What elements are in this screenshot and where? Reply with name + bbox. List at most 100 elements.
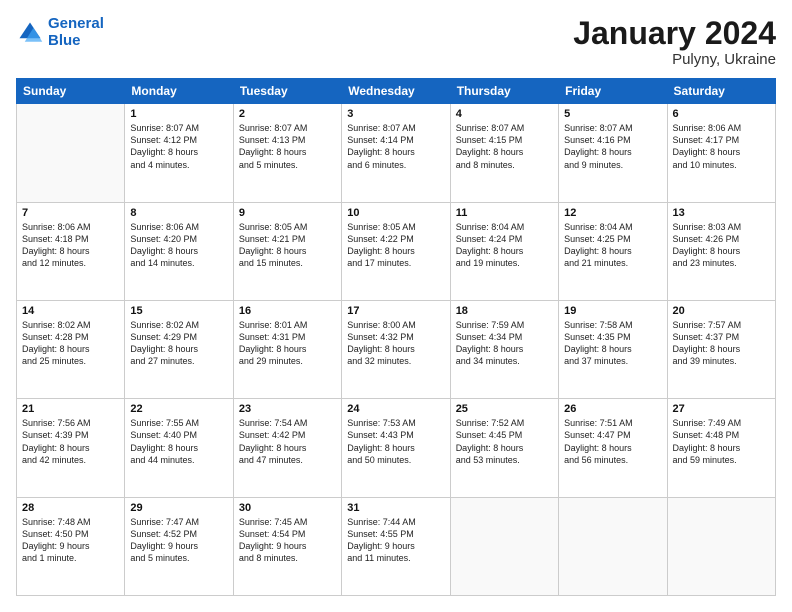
week-row-2: 14Sunrise: 8:02 AM Sunset: 4:28 PM Dayli… bbox=[17, 300, 776, 398]
day-number: 18 bbox=[456, 305, 553, 317]
logo-line2: Blue bbox=[48, 32, 81, 49]
logo-icon bbox=[16, 19, 44, 47]
day-number: 5 bbox=[564, 108, 661, 120]
day-number: 7 bbox=[22, 207, 119, 219]
day-info: Sunrise: 7:55 AM Sunset: 4:40 PM Dayligh… bbox=[130, 417, 227, 466]
day-number: 23 bbox=[239, 403, 336, 415]
day-number: 11 bbox=[456, 207, 553, 219]
day-info: Sunrise: 7:54 AM Sunset: 4:42 PM Dayligh… bbox=[239, 417, 336, 466]
day-cell: 26 Sunrise: 7:51 AM Sunset: 4:47 PM Dayli… bbox=[559, 399, 667, 497]
day-info: Sunrise: 8:07 AM Sunset: 4:16 PM Dayligh… bbox=[564, 122, 661, 171]
day-number: 9 bbox=[239, 207, 336, 219]
day-info: Sunrise: 8:06 AM Sunset: 4:20 PM Dayligh… bbox=[130, 221, 227, 270]
day-cell: 8Sunrise: 8:06 AM Sunset: 4:20 PM Daylig… bbox=[125, 202, 233, 300]
day-info: Sunrise: 7:59 AM Sunset: 4:34 PM Dayligh… bbox=[456, 319, 553, 368]
day-info: Sunrise: 8:06 AM Sunset: 4:18 PM Dayligh… bbox=[22, 221, 119, 270]
header-cell-thursday: Thursday bbox=[450, 79, 558, 104]
calendar-table: SundayMondayTuesdayWednesdayThursdayFrid… bbox=[16, 78, 776, 596]
day-info: Sunrise: 7:57 AM Sunset: 4:37 PM Dayligh… bbox=[673, 319, 770, 368]
day-cell: 20 Sunrise: 7:57 AM Sunset: 4:37 PM Dayli… bbox=[667, 300, 775, 398]
header: General Blue January 2024 Pulyny, Ukrain… bbox=[16, 16, 776, 68]
day-cell: 31Sunrise: 7:44 AM Sunset: 4:55 PM Dayli… bbox=[342, 497, 450, 595]
day-info: Sunrise: 8:04 AM Sunset: 4:25 PM Dayligh… bbox=[564, 221, 661, 270]
day-info: Sunrise: 8:05 AM Sunset: 4:21 PM Dayligh… bbox=[239, 221, 336, 270]
day-number: 27 bbox=[673, 403, 770, 415]
logo-line1: General bbox=[48, 15, 104, 32]
day-number: 21 bbox=[22, 403, 119, 415]
day-cell: 16Sunrise: 8:01 AM Sunset: 4:31 PM Dayli… bbox=[233, 300, 341, 398]
day-info: Sunrise: 8:05 AM Sunset: 4:22 PM Dayligh… bbox=[347, 221, 444, 270]
header-cell-sunday: Sunday bbox=[17, 79, 125, 104]
day-cell: 25 Sunrise: 7:52 AM Sunset: 4:45 PM Dayli… bbox=[450, 399, 558, 497]
week-row-0: 1 Sunrise: 8:07 AM Sunset: 4:12 PM Daylig… bbox=[17, 104, 776, 202]
day-info: Sunrise: 8:07 AM Sunset: 4:15 PM Dayligh… bbox=[456, 122, 553, 171]
day-cell: 11 Sunrise: 8:04 AM Sunset: 4:24 PM Dayli… bbox=[450, 202, 558, 300]
day-cell: 4 Sunrise: 8:07 AM Sunset: 4:15 PM Daylig… bbox=[450, 104, 558, 202]
day-number: 29 bbox=[130, 502, 227, 514]
day-cell bbox=[667, 497, 775, 595]
day-number: 24 bbox=[347, 403, 444, 415]
day-number: 3 bbox=[347, 108, 444, 120]
logo: General Blue bbox=[16, 16, 104, 49]
day-info: Sunrise: 8:04 AM Sunset: 4:24 PM Dayligh… bbox=[456, 221, 553, 270]
day-cell: 19Sunrise: 7:58 AM Sunset: 4:35 PM Dayli… bbox=[559, 300, 667, 398]
day-cell: 6 Sunrise: 8:06 AM Sunset: 4:17 PM Daylig… bbox=[667, 104, 775, 202]
day-number: 1 bbox=[130, 108, 227, 120]
day-cell: 14Sunrise: 8:02 AM Sunset: 4:28 PM Dayli… bbox=[17, 300, 125, 398]
day-cell: 13 Sunrise: 8:03 AM Sunset: 4:26 PM Dayli… bbox=[667, 202, 775, 300]
week-row-4: 28Sunrise: 7:48 AM Sunset: 4:50 PM Dayli… bbox=[17, 497, 776, 595]
day-cell: 12Sunrise: 8:04 AM Sunset: 4:25 PM Dayli… bbox=[559, 202, 667, 300]
day-cell: 27Sunrise: 7:49 AM Sunset: 4:48 PM Dayli… bbox=[667, 399, 775, 497]
day-number: 30 bbox=[239, 502, 336, 514]
day-info: Sunrise: 8:03 AM Sunset: 4:26 PM Dayligh… bbox=[673, 221, 770, 270]
day-number: 25 bbox=[456, 403, 553, 415]
day-info: Sunrise: 8:07 AM Sunset: 4:12 PM Dayligh… bbox=[130, 122, 227, 171]
day-cell: 24 Sunrise: 7:53 AM Sunset: 4:43 PM Dayli… bbox=[342, 399, 450, 497]
week-row-1: 7 Sunrise: 8:06 AM Sunset: 4:18 PM Daylig… bbox=[17, 202, 776, 300]
day-cell: 2Sunrise: 8:07 AM Sunset: 4:13 PM Daylig… bbox=[233, 104, 341, 202]
day-info: Sunrise: 7:56 AM Sunset: 4:39 PM Dayligh… bbox=[22, 417, 119, 466]
day-info: Sunrise: 7:44 AM Sunset: 4:55 PM Dayligh… bbox=[347, 516, 444, 565]
day-number: 16 bbox=[239, 305, 336, 317]
day-cell: 30 Sunrise: 7:45 AM Sunset: 4:54 PM Dayli… bbox=[233, 497, 341, 595]
header-cell-friday: Friday bbox=[559, 79, 667, 104]
day-number: 6 bbox=[673, 108, 770, 120]
day-number: 14 bbox=[22, 305, 119, 317]
day-cell: 21 Sunrise: 7:56 AM Sunset: 4:39 PM Dayli… bbox=[17, 399, 125, 497]
header-cell-tuesday: Tuesday bbox=[233, 79, 341, 104]
day-info: Sunrise: 7:47 AM Sunset: 4:52 PM Dayligh… bbox=[130, 516, 227, 565]
day-cell: 18 Sunrise: 7:59 AM Sunset: 4:34 PM Dayli… bbox=[450, 300, 558, 398]
calendar-subtitle: Pulyny, Ukraine bbox=[573, 51, 776, 68]
day-cell: 1 Sunrise: 8:07 AM Sunset: 4:12 PM Daylig… bbox=[125, 104, 233, 202]
day-number: 28 bbox=[22, 502, 119, 514]
day-number: 2 bbox=[239, 108, 336, 120]
header-cell-wednesday: Wednesday bbox=[342, 79, 450, 104]
day-number: 15 bbox=[130, 305, 227, 317]
day-cell bbox=[17, 104, 125, 202]
page: General Blue January 2024 Pulyny, Ukrain… bbox=[0, 0, 792, 612]
week-row-3: 21 Sunrise: 7:56 AM Sunset: 4:39 PM Dayli… bbox=[17, 399, 776, 497]
calendar-title: January 2024 bbox=[573, 16, 776, 51]
day-info: Sunrise: 7:52 AM Sunset: 4:45 PM Dayligh… bbox=[456, 417, 553, 466]
day-number: 20 bbox=[673, 305, 770, 317]
day-cell: 10 Sunrise: 8:05 AM Sunset: 4:22 PM Dayli… bbox=[342, 202, 450, 300]
day-info: Sunrise: 7:53 AM Sunset: 4:43 PM Dayligh… bbox=[347, 417, 444, 466]
header-cell-monday: Monday bbox=[125, 79, 233, 104]
day-info: Sunrise: 8:07 AM Sunset: 4:14 PM Dayligh… bbox=[347, 122, 444, 171]
day-cell: 3 Sunrise: 8:07 AM Sunset: 4:14 PM Daylig… bbox=[342, 104, 450, 202]
day-info: Sunrise: 8:06 AM Sunset: 4:17 PM Dayligh… bbox=[673, 122, 770, 171]
header-row: SundayMondayTuesdayWednesdayThursdayFrid… bbox=[17, 79, 776, 104]
logo-text: General Blue bbox=[48, 16, 104, 49]
day-cell: 28Sunrise: 7:48 AM Sunset: 4:50 PM Dayli… bbox=[17, 497, 125, 595]
day-info: Sunrise: 7:51 AM Sunset: 4:47 PM Dayligh… bbox=[564, 417, 661, 466]
day-info: Sunrise: 7:45 AM Sunset: 4:54 PM Dayligh… bbox=[239, 516, 336, 565]
day-cell: 5 Sunrise: 8:07 AM Sunset: 4:16 PM Daylig… bbox=[559, 104, 667, 202]
day-number: 26 bbox=[564, 403, 661, 415]
day-number: 17 bbox=[347, 305, 444, 317]
day-number: 10 bbox=[347, 207, 444, 219]
day-number: 13 bbox=[673, 207, 770, 219]
day-number: 4 bbox=[456, 108, 553, 120]
day-cell: 29 Sunrise: 7:47 AM Sunset: 4:52 PM Dayli… bbox=[125, 497, 233, 595]
day-cell: 9 Sunrise: 8:05 AM Sunset: 4:21 PM Daylig… bbox=[233, 202, 341, 300]
title-block: January 2024 Pulyny, Ukraine bbox=[573, 16, 776, 68]
